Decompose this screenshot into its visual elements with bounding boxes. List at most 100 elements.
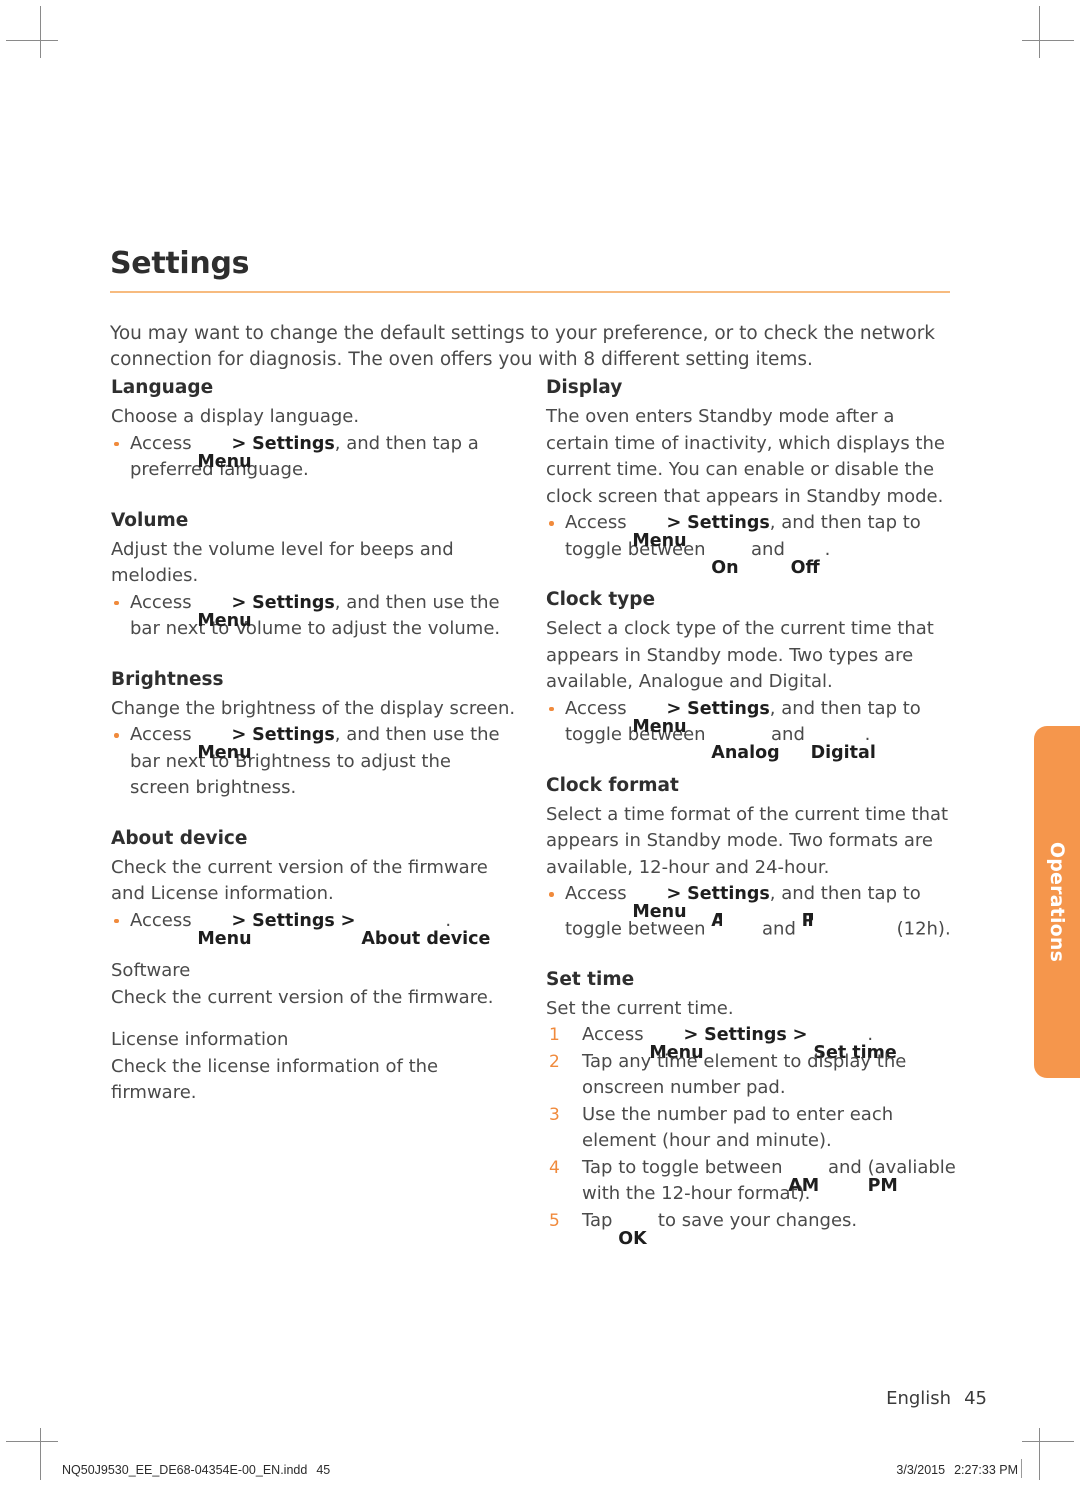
step-text: Use the number pad to enter each element… [582, 1103, 894, 1152]
bullet-text-prefix: Access [130, 909, 198, 931]
bullet-text-end: (12h). [896, 918, 951, 939]
ui-token-settings: Settings [687, 513, 770, 533]
section-body-about-device: Check the current version of the firmwar… [111, 856, 488, 905]
ui-token-menu: Menu [649, 1043, 704, 1063]
bullet-item-display: Access Menu > Settings, and then tap to t… [546, 510, 958, 578]
ui-token-settings: Settings [252, 910, 335, 931]
step-item-3: 3 Use the number pad to enter each elemen… [546, 1102, 958, 1155]
bullet-list-clock-format: Access Menu > Settings, and then tap to t… [546, 881, 958, 943]
ui-token-settings: Settings [704, 1025, 787, 1045]
ui-token-settings: Settings [687, 698, 770, 719]
ui-token-on: On [711, 557, 739, 578]
crop-mark-bottom-left-horizontal [6, 1441, 58, 1442]
bullet-item-about-device: Access Menu > Settings > About device. [111, 908, 516, 949]
subsection-body-software: Check the current version of the firmwar… [111, 986, 494, 1008]
step-text-join: and [822, 1156, 868, 1178]
bullet-item-clock-type: Access Menu > Settings, and then tap to t… [546, 696, 958, 763]
left-column: Language Choose a display language. Acce… [111, 375, 516, 1107]
step-text-suffix: to save your changes. [652, 1209, 858, 1231]
crop-mark-bottom-right-horizontal [1022, 1441, 1074, 1442]
subsection-heading-license-information: License information [111, 1029, 289, 1050]
ui-token-menu: Menu [197, 610, 252, 631]
ui-token-am: AM [788, 1175, 820, 1196]
section-body-language: Choose a display language. [111, 406, 360, 427]
chapter-side-tab: Operations [1034, 726, 1080, 1078]
bullet-list-clock-type: Access Menu > Settings, and then tap to t… [546, 696, 958, 763]
ui-token-menu: Menu [632, 902, 687, 922]
ui-token-set-time: Set time [813, 1043, 897, 1063]
step-text-prefix: Tap [582, 1209, 619, 1231]
step-item-5: 5 Tap OK to save your changes. [546, 1208, 958, 1249]
ui-token-am: AM [711, 910, 722, 931]
imprint-filename-block: NQ50J9530_EE_DE68-04354E-00_EN.indd 45 [62, 1463, 330, 1477]
step-number: 3 [549, 1104, 560, 1125]
step-text-prefix: Access [582, 1024, 650, 1045]
step-item-1: 1 Access Menu > Settings > Set time. [546, 1022, 958, 1063]
section-body-display: The oven enters Standby mode after a cer… [546, 406, 945, 507]
bullet-text-join: and [745, 538, 791, 560]
section-body-clock-format: Select a time format of the current time… [546, 803, 949, 878]
section-body-clock-type: Select a clock type of the current time … [546, 618, 934, 692]
step-number: 2 [549, 1051, 560, 1072]
ui-token-settings: Settings [252, 592, 335, 613]
step-text-prefix: Tap to toggle between [582, 1156, 789, 1178]
bullet-item-brightness: Access Menu > Settings, and then use the … [111, 722, 516, 802]
section-body-brightness: Change the brightness of the display scr… [111, 697, 516, 719]
crop-mark-top-left-vertical [40, 6, 41, 58]
imprint-timestamp-block: 3/3/2015 2:27:33 PM [896, 1463, 1018, 1477]
section-heading-volume: Volume [111, 509, 189, 531]
chevron-separator: > [792, 1024, 808, 1045]
bullet-list-language: Access Menu > Settings, and then tap a pr… [111, 431, 516, 484]
section-heading-set-time: Set time [546, 968, 635, 990]
step-item-2: 2 Tap any time element to display the ons… [546, 1049, 958, 1102]
title-underline-rule [110, 290, 950, 293]
numbered-step-list-set-time: 1 Access Menu > Settings > Set time. 2 Tap … [546, 1022, 958, 1249]
step-number: 5 [549, 1210, 560, 1231]
imprint-file-page: 45 [316, 1463, 331, 1477]
ui-token-menu: Menu [197, 743, 252, 763]
bullet-text-prefix: Access [130, 432, 198, 454]
subsection-body-license-information: Check the license information of the fir… [111, 1055, 439, 1104]
ui-token-settings: Settings [252, 725, 335, 745]
step-item-4: 4 Tap to toggle between AM and PM (avaliab… [549, 1156, 956, 1205]
folio-language: English [886, 1388, 952, 1409]
bullet-text-prefix: Access [565, 697, 633, 719]
subsection-heading-software: Software [111, 960, 191, 981]
step-number: 4 [549, 1157, 560, 1178]
bullet-text-prefix: Access [130, 724, 198, 745]
ui-token-settings: Settings [252, 433, 335, 454]
ui-token-menu: Menu [197, 451, 252, 472]
crop-mark-bottom-left-vertical [40, 1428, 41, 1480]
section-body-set-time: Set the current time. [546, 997, 734, 1019]
bullet-text-prefix: Access [565, 512, 633, 533]
chevron-separator: > [340, 909, 356, 931]
crop-mark-top-left-horizontal [6, 40, 58, 41]
right-column: Display The oven enters Standby mode aft… [546, 375, 958, 1249]
ui-token-analog: Analog [711, 743, 780, 763]
bullet-item-volume: Access Menu > Settings, and then use the … [111, 590, 516, 643]
step-text: Tap any time element to display the onsc… [582, 1050, 907, 1099]
ui-token-off: Off [790, 557, 820, 578]
manual-page: Settings You may want to change the defa… [0, 0, 1080, 1491]
bullet-text-prefix: Access [130, 591, 198, 613]
bullet-list-about-device: Access Menu > Settings > About device. [111, 908, 516, 949]
intro-paragraph: You may want to change the default setti… [110, 322, 936, 370]
imprint-time: 2:27:33 PM [954, 1463, 1018, 1477]
ui-token-menu: Menu [632, 531, 687, 551]
section-heading-display: Display [546, 377, 623, 398]
section-heading-clock-type: Clock type [546, 589, 656, 610]
page-title-block: Settings [110, 248, 950, 293]
bullet-list-display: Access Menu > Settings, and then tap to t… [546, 510, 958, 578]
ui-token-menu: Menu [632, 716, 687, 737]
chapter-side-tab-label: Operations [1046, 841, 1068, 963]
ui-token-menu: Menu [197, 928, 252, 949]
bullet-item-clock-format: Access Menu > Settings, and then tap to t… [546, 881, 958, 943]
imprint-date: 3/3/2015 [896, 1463, 946, 1477]
ui-token-digital: Digital [810, 743, 876, 763]
ui-token-ok: OK [618, 1228, 647, 1249]
section-body-volume: Adjust the volume level for beeps and me… [111, 538, 454, 587]
imprint-divider-rule [1021, 1459, 1022, 1478]
bullet-text-end: . [824, 538, 831, 560]
bullet-text-prefix: Access [565, 883, 633, 904]
step-number: 1 [549, 1025, 560, 1045]
